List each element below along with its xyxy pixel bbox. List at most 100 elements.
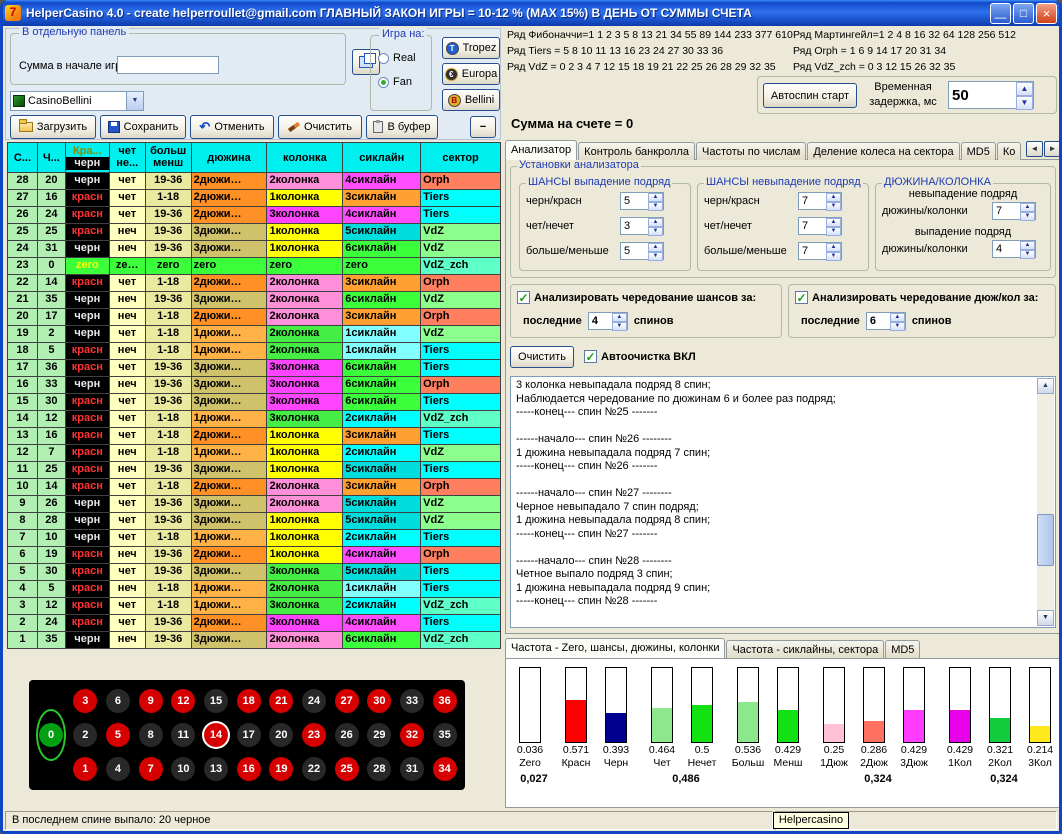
board-number[interactable]: 8 <box>139 723 163 747</box>
clear-button[interactable]: Очистить <box>278 115 362 139</box>
title-bar[interactable]: 7 HelperCasino 4.0 - create helperroulle… <box>0 0 1062 26</box>
to-buffer-button[interactable]: В буфер <box>366 115 438 139</box>
radio-fan[interactable]: Fan <box>378 76 412 88</box>
maximize-button[interactable]: □ <box>1013 3 1034 24</box>
board-cell[interactable]: 31 <box>396 752 429 786</box>
alternation-chances-checkbox[interactable]: ✓ <box>517 291 530 304</box>
board-cell[interactable]: 25 <box>330 752 363 786</box>
board-cell[interactable]: 32 <box>396 718 429 752</box>
board-number[interactable]: 10 <box>171 757 195 781</box>
board-number[interactable]: 15 <box>204 689 228 713</box>
spin-down-icon[interactable]: ▼ <box>1020 250 1035 259</box>
board-cell[interactable]: 36 <box>428 684 461 718</box>
spin-up-icon[interactable]: ▲ <box>612 313 627 322</box>
board-number[interactable]: 1 <box>73 757 97 781</box>
board-number[interactable]: 13 <box>204 757 228 781</box>
save-button[interactable]: Сохранить <box>100 115 186 139</box>
tab-scroll-left-icon[interactable]: ◄ <box>1026 141 1043 157</box>
scrollbar-thumb[interactable] <box>1037 514 1054 566</box>
frequency-tab[interactable]: Частота - Zero, шансы, дюжины, колонки <box>505 638 725 658</box>
board-number[interactable]: 31 <box>400 757 424 781</box>
spin-up-icon[interactable]: ▲ <box>1020 241 1035 250</box>
autoclean-checkbox[interactable]: ✓ <box>584 350 597 363</box>
board-number[interactable]: 30 <box>367 689 391 713</box>
board-cell[interactable]: 18 <box>232 684 265 718</box>
board-number[interactable]: 5 <box>106 723 130 747</box>
spin-up-icon[interactable]: ▲ <box>648 218 663 227</box>
europa-button[interactable]: € Europa <box>442 63 500 85</box>
board-number[interactable]: 36 <box>433 689 457 713</box>
board-cell[interactable]: 33 <box>396 684 429 718</box>
board-zero-cell[interactable]: 0 <box>33 684 69 786</box>
autospin-start-button[interactable]: Автоспин старт <box>763 83 857 108</box>
alternation-dozens-checkbox[interactable]: ✓ <box>795 291 808 304</box>
spin-up-icon[interactable]: ▲ <box>826 218 841 227</box>
board-number[interactable]: 12 <box>171 689 195 713</box>
board-cell[interactable]: 23 <box>298 718 331 752</box>
collapse-button[interactable]: − <box>470 116 496 138</box>
tropez-button[interactable]: T Tropez <box>442 37 500 59</box>
main-tab[interactable]: Анализатор <box>505 140 577 160</box>
board-number[interactable]: 7 <box>139 757 163 781</box>
scroll-down-icon[interactable]: ▼ <box>1037 610 1054 626</box>
load-button[interactable]: Загрузить <box>10 115 96 139</box>
board-number[interactable]: 21 <box>269 689 293 713</box>
board-cell[interactable]: 20 <box>265 718 298 752</box>
board-number[interactable]: 4 <box>106 757 130 781</box>
board-cell[interactable]: 11 <box>167 718 200 752</box>
board-cell[interactable]: 17 <box>232 718 265 752</box>
board-number[interactable]: 11 <box>171 723 195 747</box>
clear-log-button[interactable]: Очистить <box>510 346 574 368</box>
board-number[interactable]: 27 <box>335 689 359 713</box>
board-cell[interactable]: 28 <box>363 752 396 786</box>
board-number[interactable]: 16 <box>237 757 261 781</box>
tab-scroll-right-icon[interactable]: ► <box>1044 141 1059 157</box>
board-cell[interactable]: 27 <box>330 684 363 718</box>
board-cell[interactable]: 14 <box>200 718 233 752</box>
spin-up-icon[interactable]: ▲ <box>648 193 663 202</box>
spin-up-icon[interactable]: ▲ <box>826 193 841 202</box>
undo-button[interactable]: ↶ Отменить <box>190 115 274 139</box>
radio-real[interactable]: Real <box>378 52 416 64</box>
spin-down-icon[interactable]: ▼ <box>890 322 905 331</box>
spin-up-icon[interactable]: ▲ <box>648 243 663 252</box>
start-sum-input[interactable] <box>117 56 219 74</box>
spin-down-icon[interactable]: ▼ <box>1020 212 1035 221</box>
board-cell[interactable]: 34 <box>428 752 461 786</box>
spin-up-icon[interactable]: ▲ <box>1020 203 1035 212</box>
board-number[interactable]: 20 <box>269 723 293 747</box>
radio-real-icon[interactable] <box>378 53 389 64</box>
casino-select[interactable]: CasinoBellini ▼ <box>10 91 144 111</box>
main-tab[interactable]: MD5 <box>961 142 996 160</box>
main-tab[interactable]: Ко <box>997 142 1022 160</box>
radio-fan-icon[interactable] <box>378 77 389 88</box>
board-number-zero[interactable]: 0 <box>39 723 63 747</box>
board-cell[interactable]: 29 <box>363 718 396 752</box>
spin-up-icon[interactable]: ▲ <box>1016 82 1033 96</box>
spin-down-icon[interactable]: ▼ <box>648 202 663 211</box>
board-cell[interactable]: 10 <box>167 752 200 786</box>
board-number[interactable]: 3 <box>73 689 97 713</box>
board-cell[interactable]: 19 <box>265 752 298 786</box>
board-number[interactable]: 19 <box>269 757 293 781</box>
minimize-button[interactable]: — <box>990 3 1011 24</box>
board-number[interactable]: 33 <box>400 689 424 713</box>
delay-value[interactable]: 50 <box>949 82 1016 108</box>
spin-down-icon[interactable]: ▼ <box>826 202 841 211</box>
board-cell[interactable]: 26 <box>330 718 363 752</box>
board-number[interactable]: 9 <box>139 689 163 713</box>
board-number[interactable]: 24 <box>302 689 326 713</box>
spin-down-icon[interactable]: ▼ <box>612 322 627 331</box>
board-cell[interactable]: 5 <box>102 718 135 752</box>
board-number[interactable]: 23 <box>302 723 326 747</box>
main-tab[interactable]: Деление колеса на сектора <box>807 142 959 160</box>
board-number[interactable]: 35 <box>433 723 457 747</box>
board-cell[interactable]: 8 <box>134 718 167 752</box>
spin-down-icon[interactable]: ▼ <box>1016 96 1033 110</box>
board-cell[interactable]: 22 <box>298 752 331 786</box>
board-number[interactable]: 34 <box>433 757 457 781</box>
dropdown-arrow-icon[interactable]: ▼ <box>126 92 143 110</box>
board-number[interactable]: 29 <box>367 723 391 747</box>
board-cell[interactable]: 7 <box>134 752 167 786</box>
board-number[interactable]: 6 <box>106 689 130 713</box>
